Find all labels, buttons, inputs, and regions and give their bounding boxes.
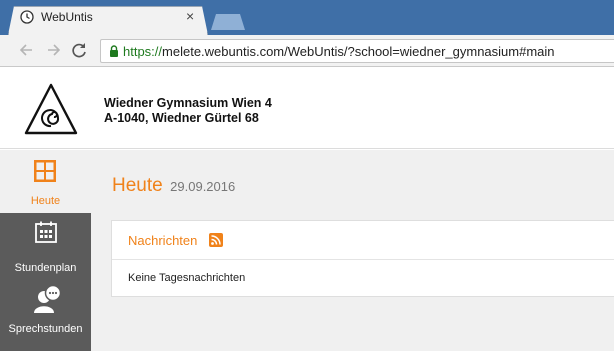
sidebar-item-label: Stundenplan xyxy=(14,262,77,274)
sidebar: Heute Stundenplan Sprechstunden xyxy=(0,150,91,351)
news-title: Nachrichten xyxy=(128,233,198,248)
sidebar-item-label: Sprechstunden xyxy=(8,323,83,335)
main-content: Heute 29.09.2016 Nachrichten Keine Tages… xyxy=(91,150,614,351)
lock-icon xyxy=(110,45,118,57)
school-info: Wiedner Gymnasium Wien 4 A-1040, Wiedner… xyxy=(104,96,272,126)
rss-icon[interactable] xyxy=(209,233,223,247)
tab-title: WebUntis xyxy=(41,10,93,24)
back-arrow-icon[interactable] xyxy=(16,39,38,61)
forward-arrow-icon[interactable] xyxy=(42,39,64,61)
address-bar[interactable]: https://melete.webuntis.com/WebUntis/?sc… xyxy=(100,39,614,63)
page-title: Heute 29.09.2016 xyxy=(112,175,235,197)
url-text: https://melete.webuntis.com/WebUntis/?sc… xyxy=(123,44,555,59)
news-panel-header: Nachrichten xyxy=(112,221,614,260)
page-header: Wiedner Gymnasium Wien 4 A-1040, Wiedner… xyxy=(0,67,614,149)
sidebar-item-sprechstunden[interactable]: Sprechstunden xyxy=(0,280,91,351)
url-scheme: https:// xyxy=(123,44,163,59)
browser-tab[interactable] xyxy=(8,6,208,35)
clock-icon xyxy=(20,10,34,24)
dashboard-grid-icon xyxy=(34,160,56,182)
reload-icon[interactable] xyxy=(68,39,90,61)
news-panel: Nachrichten Keine Tagesnachrichten xyxy=(111,220,614,297)
page-title-text: Heute xyxy=(112,175,163,196)
sidebar-item-heute[interactable]: Heute xyxy=(0,150,91,213)
browser-toolbar: https://melete.webuntis.com/WebUntis/?sc… xyxy=(0,35,614,67)
news-empty-message: Keine Tagesnachrichten xyxy=(128,272,246,284)
consultation-chat-icon xyxy=(34,284,62,313)
sidebar-item-stundenplan[interactable]: Stundenplan xyxy=(0,213,91,280)
page-date: 29.09.2016 xyxy=(170,179,236,194)
school-logo xyxy=(24,83,78,135)
browser-titlebar: WebUntis × xyxy=(0,0,614,35)
school-name: Wiedner Gymnasium Wien 4 xyxy=(104,96,272,110)
calendar-icon xyxy=(35,221,57,243)
sidebar-item-label: Heute xyxy=(30,195,61,207)
url-path: melete.webuntis.com/WebUntis/?school=wie… xyxy=(162,44,555,59)
new-tab-button[interactable] xyxy=(211,14,245,30)
close-icon[interactable]: × xyxy=(186,9,194,23)
school-address: A-1040, Wiedner Gürtel 68 xyxy=(104,111,259,125)
